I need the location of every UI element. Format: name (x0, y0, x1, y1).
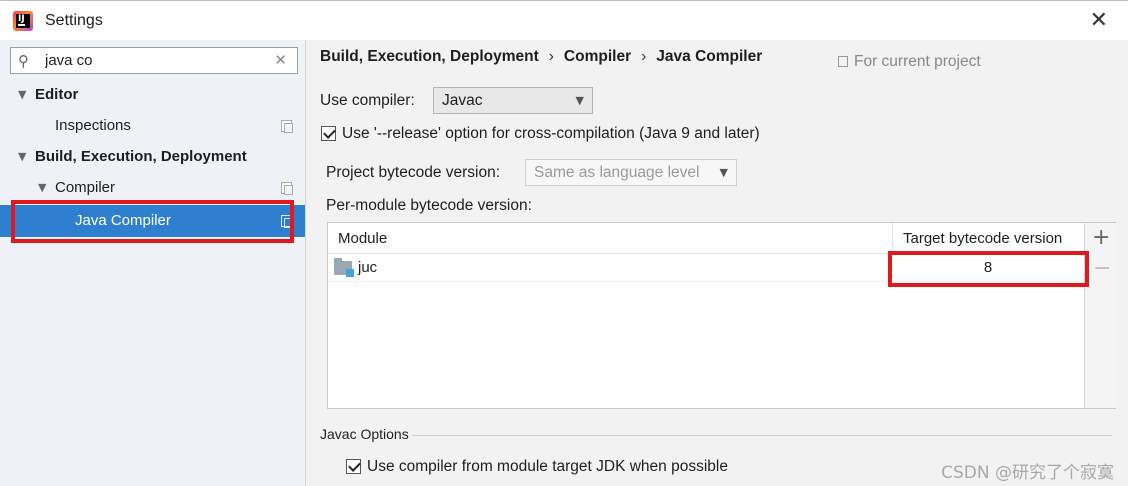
intellij-app-icon: IJ (13, 11, 33, 31)
sidebar-item-inspections[interactable]: Inspections (0, 111, 305, 141)
highlight-box-java-compiler (11, 200, 294, 243)
column-header-target-bytecode[interactable]: Target bytecode version (892, 223, 1084, 254)
project-scope-icon (838, 56, 848, 67)
clear-icon[interactable]: ✕ (274, 51, 287, 69)
highlight-box-target-version (888, 251, 1089, 287)
chevron-down-icon[interactable]: ▼ (18, 80, 26, 110)
chevron-down-icon[interactable]: ▼ (38, 173, 46, 203)
chevron-down-icon[interactable]: ▼ (18, 142, 26, 172)
breadcrumb: Build, Execution, Deployment › Compiler › Ja… (320, 48, 762, 66)
module-target-jdk-checkbox[interactable] (346, 459, 361, 474)
sidebar-item-label: Inspections (55, 117, 131, 134)
sidebar-item-label: Compiler (55, 179, 116, 196)
sidebar-item-editor[interactable]: ▼ Editor (0, 80, 305, 110)
project-scope-icon (281, 120, 293, 133)
chevron-down-icon: ▼ (575, 94, 584, 107)
release-option-checkbox[interactable] (321, 126, 336, 141)
scope-label: For current project (854, 53, 981, 70)
chevron-down-icon: ▼ (719, 166, 728, 179)
close-icon[interactable]: ✕ (1090, 8, 1108, 33)
module-target-jdk-label: Use compiler from module target JDK when… (367, 458, 728, 475)
use-compiler-value: Javac (442, 92, 483, 109)
watermark: CSDN @研究了个寂寞 (941, 463, 1114, 483)
settings-search-box[interactable]: ⚲ ✕ (10, 47, 298, 74)
sidebar-item-label: Build, Execution, Deployment (35, 148, 247, 165)
group-divider (412, 435, 1112, 436)
breadcrumb-item: Build, Execution, Deployment (320, 48, 539, 65)
settings-sidebar: ⚲ ✕ ▼ Editor Inspections ▼ Build, Execut… (0, 40, 306, 486)
module-folder-icon (334, 258, 354, 277)
project-scope-icon (281, 182, 293, 195)
breadcrumb-separator: › (641, 48, 647, 65)
per-module-label: Per-module bytecode version: (326, 197, 532, 214)
use-compiler-select[interactable]: Javac ▼ (433, 87, 593, 114)
title-bar: IJ Settings ✕ (0, 0, 1128, 40)
project-bytecode-select[interactable]: Same as language level ▼ (525, 159, 737, 186)
sidebar-item-compiler[interactable]: ▼ Compiler (0, 173, 305, 203)
javac-options-group-title: Javac Options (320, 426, 409, 442)
module-name-cell: juc (358, 259, 378, 276)
remove-icon[interactable]: − (1093, 256, 1111, 281)
column-header-module[interactable]: Module (338, 230, 387, 247)
search-icon: ⚲ (18, 52, 29, 70)
scope-indicator: For current project (838, 53, 981, 71)
breadcrumb-item: Compiler (563, 48, 632, 65)
sidebar-item-build-execution-deployment[interactable]: ▼ Build, Execution, Deployment (0, 142, 305, 172)
project-bytecode-label: Project bytecode version: (326, 164, 501, 181)
sidebar-item-label: Editor (35, 86, 79, 103)
release-option-label: Use '--release' option for cross-compila… (342, 125, 760, 142)
search-input[interactable] (45, 50, 265, 71)
window-title: Settings (45, 12, 103, 29)
table-header: Module Target bytecode version (328, 223, 1084, 254)
project-bytecode-value: Same as language level (534, 164, 700, 181)
add-icon[interactable]: + (1092, 225, 1110, 250)
breadcrumb-item: Java Compiler (656, 48, 763, 65)
breadcrumb-separator: › (548, 48, 554, 65)
use-compiler-label: Use compiler: (320, 92, 415, 109)
